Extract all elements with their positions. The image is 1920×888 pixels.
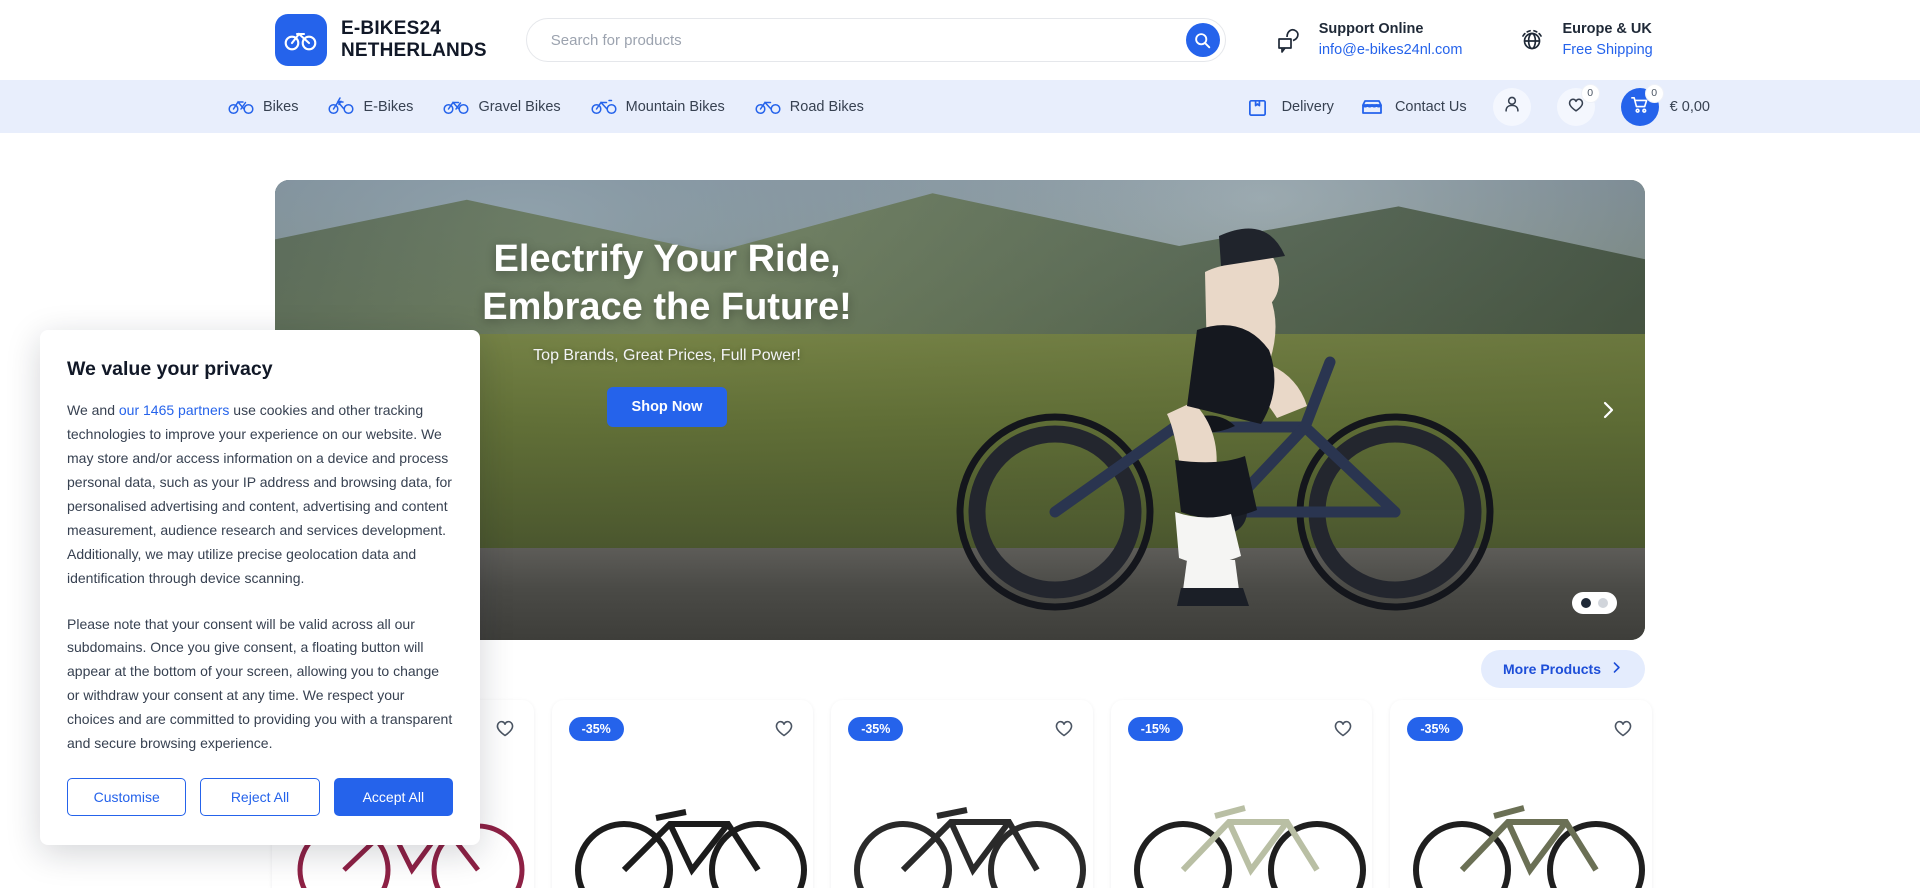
cookie-consent-dialog: We value your privacy We and our 1465 pa… bbox=[40, 330, 480, 845]
hero-dot-1[interactable] bbox=[1581, 598, 1591, 608]
nav-util-label: Delivery bbox=[1281, 98, 1334, 115]
product-image bbox=[854, 807, 1087, 888]
discount-badge: -35% bbox=[848, 717, 904, 741]
product-card[interactable]: -15% bbox=[1110, 700, 1373, 888]
shop-now-button[interactable]: Shop Now bbox=[606, 387, 728, 427]
cart-group[interactable]: 0 € 0,00 bbox=[1620, 83, 1710, 126]
discount-badge: -35% bbox=[1407, 717, 1463, 741]
nav-item-e-bikes[interactable]: E-Bikes bbox=[328, 96, 414, 117]
account-button[interactable] bbox=[1492, 87, 1531, 126]
storefront-icon bbox=[1360, 97, 1386, 117]
hero-banner: Electrify Your Ride, Embrace the Future!… bbox=[275, 180, 1645, 640]
cookie-intro-before: We and bbox=[67, 402, 119, 418]
accept-all-button[interactable]: Accept All bbox=[333, 778, 453, 816]
nav-item-label: Mountain Bikes bbox=[625, 98, 725, 115]
heart-icon[interactable] bbox=[1052, 715, 1076, 739]
search-button[interactable] bbox=[1185, 23, 1220, 57]
chevron-right-icon bbox=[1610, 661, 1623, 677]
cookie-dialog-title: We value your privacy bbox=[67, 358, 273, 380]
mountain-bicycle-icon bbox=[591, 97, 617, 117]
nav-item-contact-us[interactable]: Contact Us bbox=[1360, 97, 1467, 117]
nav-item-road-bikes[interactable]: Road Bikes bbox=[755, 97, 864, 117]
cookie-consent-paragraph: Please note that your consent will be va… bbox=[67, 615, 453, 752]
cart-count-badge: 0 bbox=[1644, 83, 1664, 103]
heart-icon[interactable] bbox=[772, 715, 796, 739]
electric-bicycle-icon bbox=[328, 96, 355, 117]
hero-title-line1: Electrify Your Ride, bbox=[493, 238, 841, 280]
hero-title: Electrify Your Ride, Embrace the Future! bbox=[387, 236, 947, 331]
nav-links: Bikes E-Bikes Gravel Bikes Mountain Bike… bbox=[228, 96, 864, 117]
wishlist-button[interactable]: 0 bbox=[1556, 83, 1600, 126]
support-online-block[interactable]: Support Online info@e-bikes24nl.com bbox=[1274, 19, 1463, 61]
partners-link[interactable]: our 1465 partners bbox=[119, 402, 230, 418]
nav-item-label: E-Bikes bbox=[363, 98, 414, 115]
product-card[interactable]: -35% bbox=[1390, 700, 1652, 888]
heart-icon[interactable] bbox=[493, 715, 517, 739]
hero-next-slide-button[interactable] bbox=[1593, 395, 1623, 425]
customise-button[interactable]: Customise bbox=[67, 778, 187, 816]
discount-badge: -15% bbox=[1127, 717, 1183, 741]
brand-name: E-BIKES24 NETHERLANDS bbox=[341, 18, 487, 62]
cart-button[interactable]: 0 bbox=[1620, 83, 1664, 126]
road-bicycle-icon bbox=[755, 97, 781, 117]
nav-item-label: Bikes bbox=[263, 98, 299, 115]
brand-name-line1: E-BIKES24 bbox=[341, 18, 442, 40]
heart-icon[interactable] bbox=[1331, 715, 1355, 739]
hero-title-line2: Embrace the Future! bbox=[482, 285, 852, 328]
nav-item-label: Road Bikes bbox=[789, 98, 864, 115]
search-bar[interactable] bbox=[525, 18, 1226, 62]
support-email[interactable]: info@e-bikes24nl.com bbox=[1319, 40, 1463, 61]
user-account-icon bbox=[1502, 94, 1522, 119]
discount-badge: -35% bbox=[568, 717, 624, 741]
brand-name-line2: NETHERLANDS bbox=[341, 40, 487, 61]
cookie-intro-after: use cookies and other tracking technolog… bbox=[67, 402, 452, 586]
nav-item-gravel-bikes[interactable]: Gravel Bikes bbox=[443, 97, 561, 117]
gravel-bicycle-icon bbox=[443, 97, 469, 117]
heart-icon[interactable] bbox=[1611, 715, 1635, 739]
nav-item-bikes[interactable]: Bikes bbox=[228, 97, 298, 117]
reject-all-button[interactable]: Reject All bbox=[200, 778, 320, 816]
main-navigation: Bikes E-Bikes Gravel Bikes Mountain Bike… bbox=[0, 80, 1920, 133]
more-products-row: More Products bbox=[275, 650, 1645, 688]
nav-item-delivery[interactable]: Delivery bbox=[1247, 97, 1334, 117]
more-products-button[interactable]: More Products bbox=[1480, 650, 1645, 688]
cookie-intro-paragraph: We and our 1465 partners use cookies and… bbox=[67, 399, 453, 591]
wishlist-count-badge: 0 bbox=[1580, 83, 1600, 103]
product-card[interactable]: -35% bbox=[831, 700, 1093, 888]
product-image bbox=[1413, 805, 1646, 888]
nav-right-utilities: Delivery Contact Us 0 0 € 0,00 bbox=[1247, 80, 1710, 133]
hero-slide-dots bbox=[1572, 592, 1617, 614]
top-header: E-BIKES24 NETHERLANDS Support Online inf… bbox=[0, 0, 1920, 80]
search-input[interactable] bbox=[550, 31, 1186, 49]
shipping-title: Europe & UK bbox=[1562, 20, 1652, 37]
product-image bbox=[1133, 805, 1366, 888]
hero-cyclist-image bbox=[956, 228, 1494, 611]
product-card[interactable]: -35% bbox=[551, 700, 814, 888]
bicycle-logo-icon bbox=[275, 14, 327, 66]
cart-total: € 0,00 bbox=[1669, 98, 1710, 115]
globe-icon bbox=[1517, 25, 1547, 55]
more-products-label: More Products bbox=[1502, 661, 1601, 677]
support-title: Support Online bbox=[1318, 20, 1424, 37]
brand-logo-group[interactable]: E-BIKES24 NETHERLANDS bbox=[275, 14, 487, 66]
delivery-box-icon bbox=[1247, 97, 1273, 117]
nav-item-label: Gravel Bikes bbox=[478, 98, 561, 115]
product-image bbox=[574, 809, 807, 888]
hero-dot-2[interactable] bbox=[1598, 598, 1608, 608]
nav-item-mountain-bikes[interactable]: Mountain Bikes bbox=[591, 97, 725, 117]
bicycle-icon bbox=[228, 97, 254, 117]
phone-support-icon bbox=[1274, 25, 1304, 55]
shipping-subtitle: Free Shipping bbox=[1562, 42, 1653, 58]
nav-util-label: Contact Us bbox=[1394, 98, 1467, 115]
cookie-dialog-buttons: Customise Reject All Accept All bbox=[67, 778, 453, 816]
shipping-region-block[interactable]: Europe & UK Free Shipping bbox=[1517, 19, 1653, 61]
